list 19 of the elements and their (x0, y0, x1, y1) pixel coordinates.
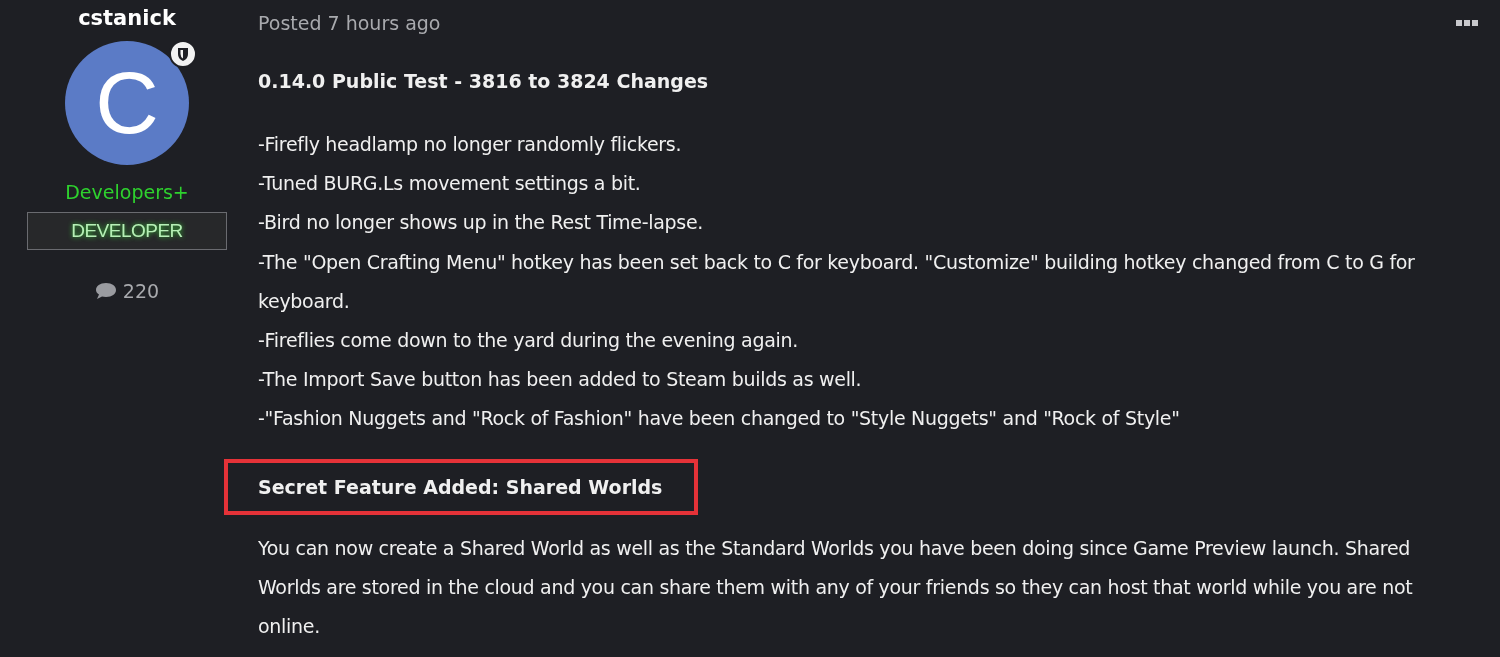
shield-icon (169, 40, 197, 68)
post-count: 220 (122, 280, 160, 302)
post-timestamp: Posted 7 hours ago (258, 12, 441, 34)
change-item: -Tuned BURG.Ls movement settings a bit. (258, 171, 642, 197)
change-item: -Bird no longer shows up in the Rest Time-lapse. (258, 210, 705, 236)
role-badge: DEVELOPER (27, 212, 227, 250)
change-item: -Fireflies come down to the yard during the evening again. (258, 328, 799, 353)
post-title: 0.14.0 Public Test - 3816 to 3824 Changes (258, 70, 710, 92)
change-item: -The Import Save button has been added to Steam builds as well. (258, 367, 863, 393)
more-options-icon[interactable] (1456, 19, 1478, 27)
avatar[interactable]: C (65, 41, 189, 165)
change-item: -The "Open Crafting Menu" hotkey has been set back to C for keyboard. "Customize" building hotkey changed from C to G for keyboard. (258, 249, 1416, 314)
user-group: Developers+ (65, 181, 189, 203)
change-item: -"Fashion Nuggets and "Rock of Fashion" have been changed to "Style Nuggets" and "Rock of Style" (258, 406, 1181, 432)
comment-icon (94, 282, 117, 300)
author-name[interactable]: cstanick (78, 6, 176, 30)
change-item: -Firefly headlamp no longer randomly flickers. (258, 132, 683, 157)
section-heading: Secret Feature Added: Shared Worlds (224, 458, 699, 515)
post-body: You can now create a Shared World as well as the Standard Worlds you have been doing since Game Preview launch. Shared Worlds are stored in the cloud and you can share them with any of your friends so they can host that world while you are not online. (258, 535, 1414, 640)
